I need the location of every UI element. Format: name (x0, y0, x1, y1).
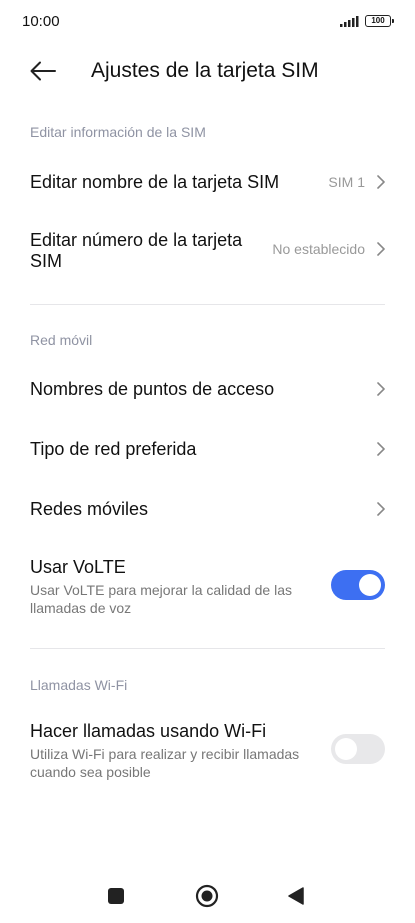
recents-button[interactable] (102, 882, 130, 910)
volte-setting-item: Usar VoLTE Usar VoLTE para mejorar la ca… (0, 552, 415, 624)
section-header-mobile-network: Red móvil (30, 332, 93, 348)
back-nav-button[interactable] (282, 882, 310, 910)
edit-sim-number-label-line1: Editar número de la tarjeta (30, 230, 243, 250)
wifi-calling-description: Utiliza Wi-Fi para realizar y recibir ll… (30, 745, 299, 781)
status-icons: 100 (340, 15, 394, 27)
home-circle-icon (195, 884, 219, 908)
home-button[interactable] (193, 882, 221, 910)
status-time: 10:00 (22, 13, 60, 30)
wifi-calling-toggle[interactable] (331, 734, 385, 764)
chevron-right-icon (377, 502, 385, 516)
chevron-right-icon (377, 382, 385, 396)
section-header-wifi-calling: Llamadas Wi-Fi (30, 677, 128, 693)
sim-name-value: SIM 1 (328, 174, 365, 190)
wifi-calling-description-line2: cuando sea posible (30, 764, 151, 780)
page-title: Ajustes de la tarjeta SIM (91, 59, 319, 82)
access-point-names-label: Nombres de puntos de acceso (30, 379, 275, 399)
volte-label: Usar VoLTE (30, 557, 126, 577)
back-button[interactable] (28, 58, 58, 84)
battery-level: 100 (371, 16, 385, 25)
edit-sim-name-label: Editar nombre de la tarjeta SIM (30, 172, 280, 192)
volte-description: Usar VoLTE para mejorar la calidad de la… (30, 581, 292, 617)
sim-number-value: No establecido (272, 241, 365, 257)
battery-icon: 100 (365, 15, 394, 27)
mobile-networks-item[interactable]: Redes móviles (0, 488, 415, 532)
chevron-right-icon (377, 242, 385, 256)
app-header: Ajustes de la tarjeta SIM (0, 50, 415, 94)
navigation-bar (0, 872, 415, 918)
status-bar: 10:00 100 (0, 0, 415, 44)
section-divider (30, 304, 385, 305)
volte-toggle[interactable] (331, 570, 385, 600)
edit-sim-number-item[interactable]: Editar número de la tarjeta SIM No estab… (0, 222, 415, 280)
preferred-network-type-item[interactable]: Tipo de red preferida (0, 428, 415, 472)
toggle-knob (359, 574, 381, 596)
edit-sim-number-label-line2: SIM (30, 251, 63, 271)
section-header-sim-info: Editar información de la SIM (30, 124, 206, 140)
recents-square-icon (108, 888, 124, 904)
chevron-right-icon (377, 175, 385, 189)
edit-sim-number-label: Editar número de la tarjeta SIM (30, 230, 242, 272)
edit-sim-name-item[interactable]: Editar nombre de la tarjeta SIM SIM 1 (0, 160, 415, 204)
back-triangle-icon (288, 887, 304, 905)
volte-description-line2: llamadas de voz (30, 600, 132, 616)
wifi-calling-item: Hacer llamadas usando Wi-Fi Utiliza Wi-F… (0, 716, 415, 788)
wifi-calling-label: Hacer llamadas usando Wi-Fi (30, 721, 267, 741)
signal-icon (340, 15, 359, 27)
toggle-knob (335, 738, 357, 760)
access-point-names-item[interactable]: Nombres de puntos de acceso (0, 368, 415, 412)
preferred-network-type-label: Tipo de red preferida (30, 439, 197, 459)
section-divider (30, 648, 385, 649)
arrow-left-icon (30, 61, 56, 81)
mobile-networks-label: Redes móviles (30, 499, 149, 519)
volte-description-line1: Usar VoLTE para mejorar la calidad de la… (30, 582, 292, 598)
chevron-right-icon (377, 442, 385, 456)
wifi-calling-description-line1: Utiliza Wi-Fi para realizar y recibir ll… (30, 746, 300, 762)
